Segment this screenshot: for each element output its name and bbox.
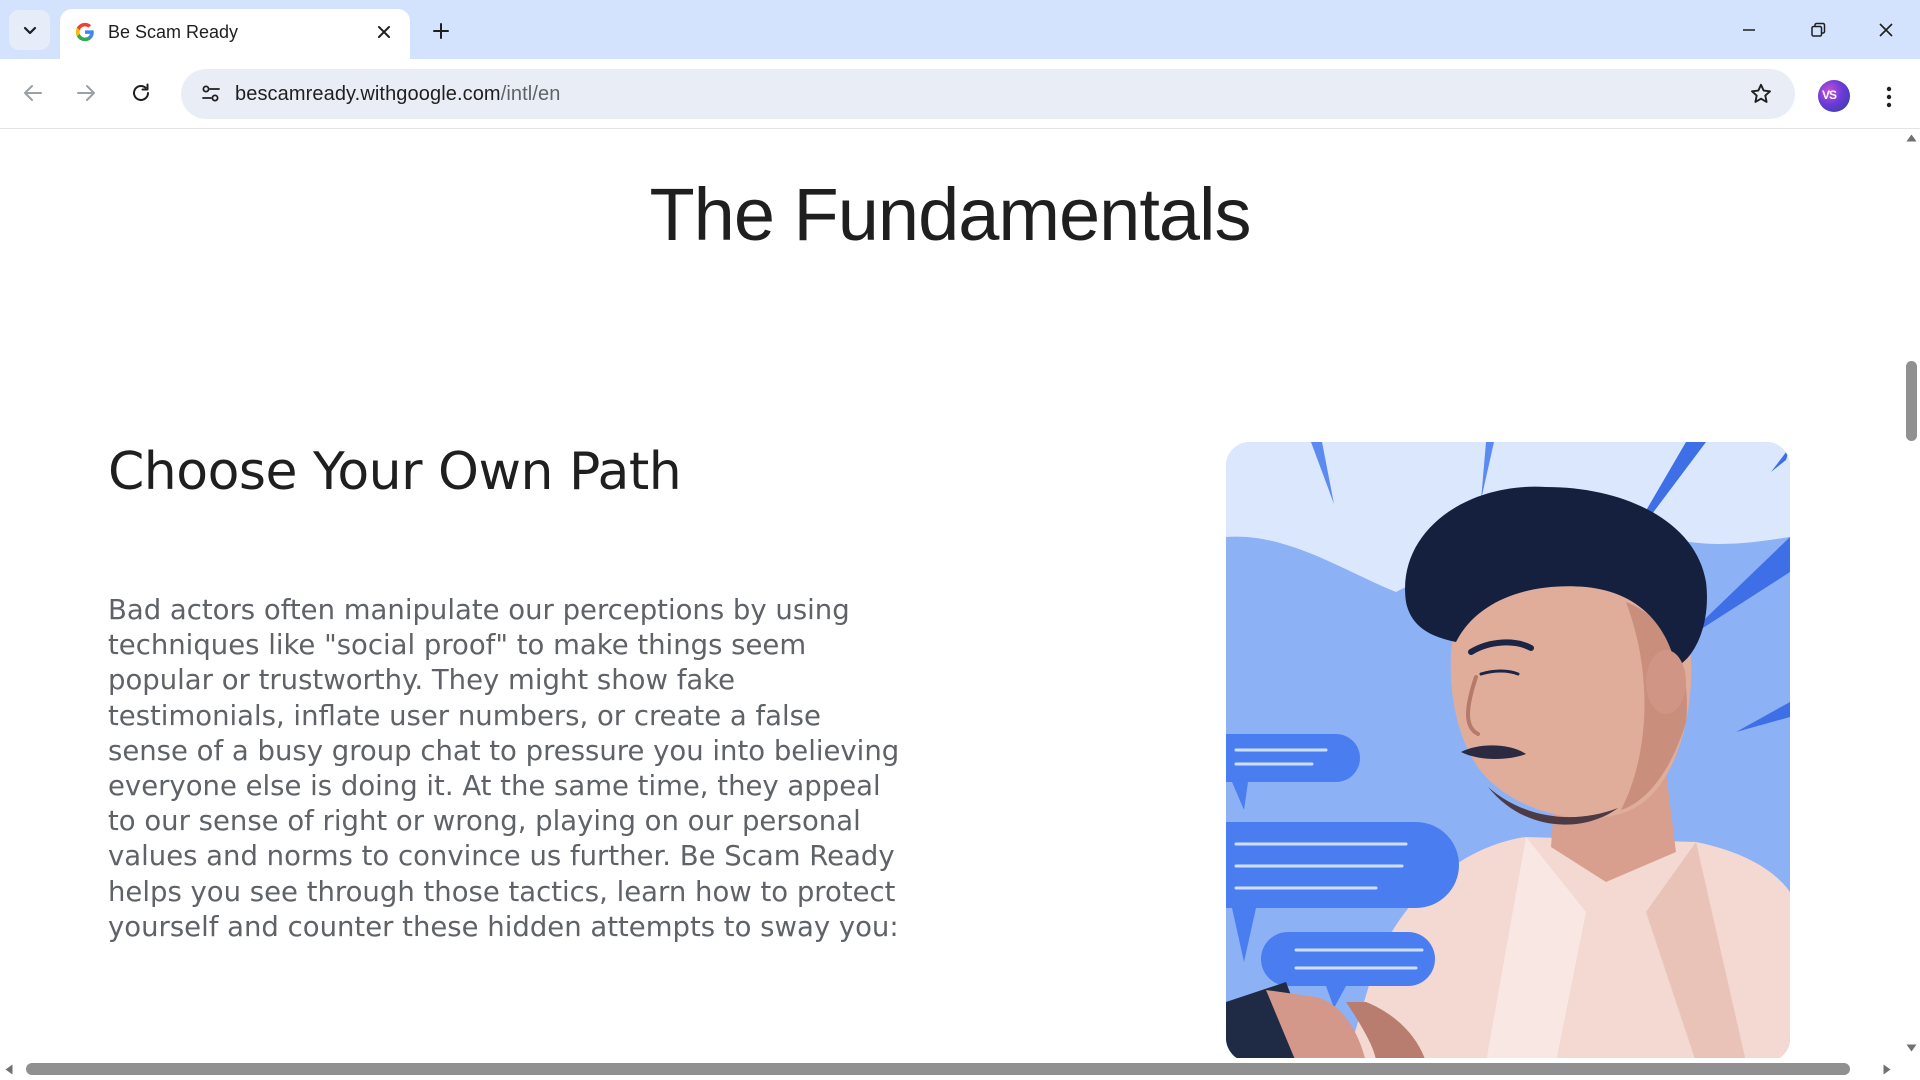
tab-close-button[interactable] (370, 18, 398, 46)
google-g-icon (75, 22, 94, 42)
minimize-button[interactable] (1714, 0, 1783, 59)
hero-illustration (1226, 442, 1790, 1058)
url-path: /intl/en (500, 83, 561, 105)
section-title: The Fundamentals (649, 173, 1251, 256)
scroll-right-arrow-icon[interactable] (1883, 1064, 1891, 1075)
tab-title: Be Scam Ready (108, 22, 239, 42)
new-tab-button[interactable] (424, 14, 458, 48)
path-description: Bad actors often manipulate our percepti… (108, 594, 900, 943)
avatar-initials: VS (1822, 88, 1837, 102)
minimize-icon (1742, 28, 1755, 31)
bookmark-button[interactable] (1745, 78, 1777, 110)
tab-active[interactable]: Be Scam Ready (60, 9, 410, 59)
browser-toolbar: bescamready.withgoogle.com/intl/en (0, 59, 1920, 129)
scroll-left-arrow-icon[interactable] (5, 1064, 13, 1075)
page-viewport: The Fundamentals Choose Your Own Path Ba… (0, 130, 1902, 1058)
plus-icon (433, 23, 449, 39)
more-vert-icon (1886, 86, 1892, 108)
tab-strip: Be Scam Ready (0, 0, 1920, 59)
close-icon (378, 26, 390, 38)
reload-button[interactable] (121, 73, 161, 113)
star-icon (1751, 83, 1771, 103)
browser-menu-button[interactable] (1869, 77, 1909, 117)
tab-search-button[interactable] (9, 10, 50, 50)
back-button[interactable] (13, 73, 53, 113)
person-with-phone-illustration (1226, 442, 1790, 1058)
forward-button[interactable] (66, 73, 106, 113)
scroll-down-arrow-icon[interactable] (1906, 1044, 1917, 1052)
arrow-right-icon (77, 85, 95, 101)
restore-button[interactable] (1783, 0, 1852, 59)
path-heading: Choose Your Own Path (108, 442, 682, 502)
chevron-down-icon (23, 26, 36, 35)
close-icon (1878, 22, 1893, 37)
reload-icon (133, 83, 149, 101)
profile-avatar[interactable]: VS (1818, 80, 1850, 112)
address-bar[interactable]: bescamready.withgoogle.com/intl/en (181, 69, 1795, 119)
restore-icon (1810, 22, 1825, 37)
close-window-button[interactable] (1851, 0, 1920, 59)
scroll-up-arrow-icon[interactable] (1906, 134, 1917, 142)
arrow-left-icon (24, 85, 42, 101)
url-text: bescamready.withgoogle.com/intl/en (235, 83, 560, 106)
horizontal-scrollbar[interactable] (0, 1058, 1920, 1080)
vertical-scrollbar-thumb[interactable] (1906, 361, 1917, 441)
horizontal-scrollbar-thumb[interactable] (26, 1063, 1850, 1075)
vertical-scrollbar[interactable] (1902, 130, 1920, 1058)
url-host: bescamready.withgoogle.com (235, 83, 501, 105)
site-info-button[interactable] (193, 76, 229, 112)
tune-icon (202, 85, 220, 102)
